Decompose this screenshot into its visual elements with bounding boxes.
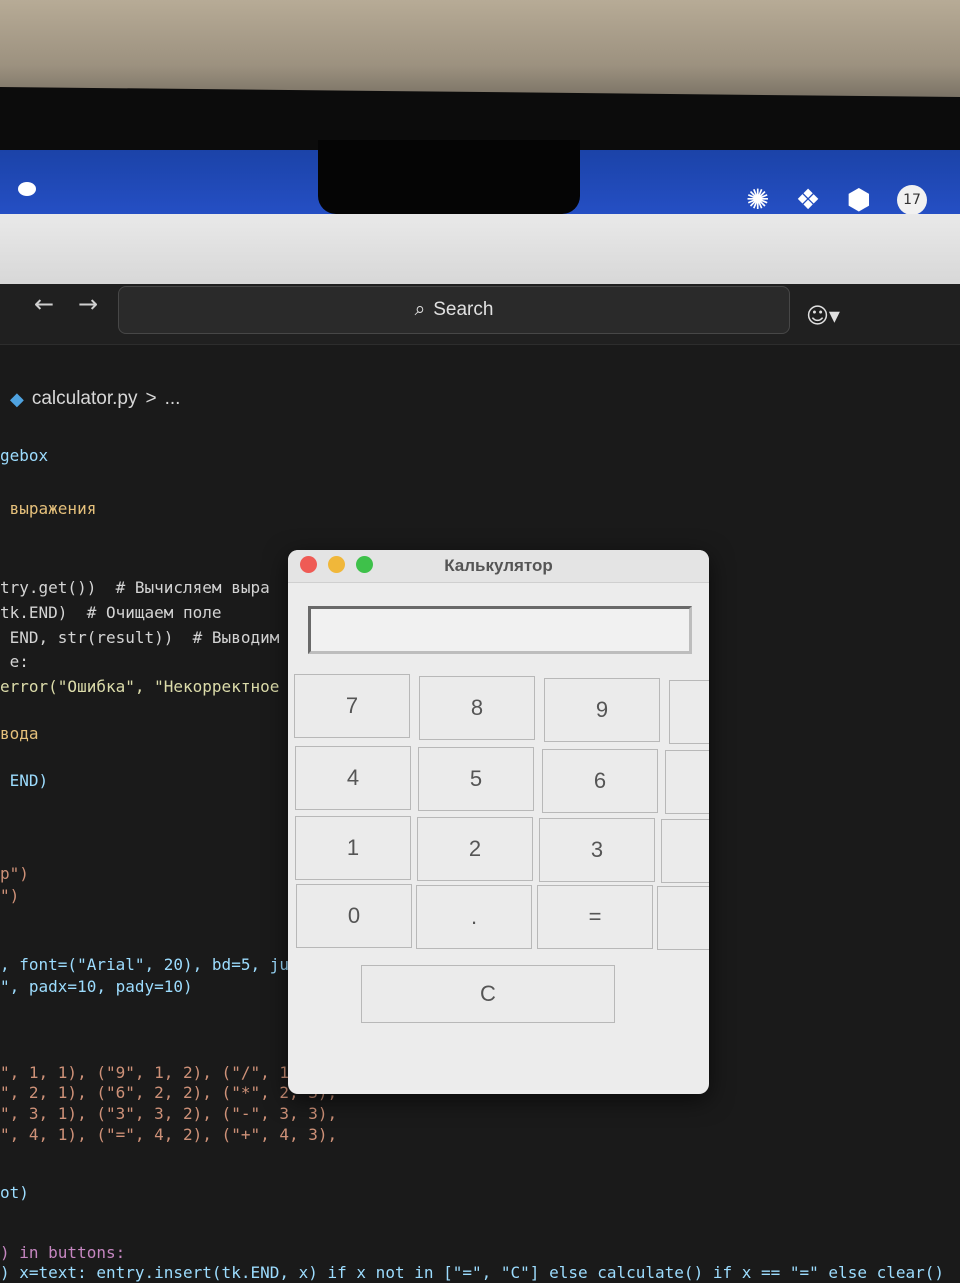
code-line: error("Ошибка", "Некорректное xyxy=(0,677,280,696)
code-line: ) x=text: entry.insert(tk.END, x) if x n… xyxy=(0,1263,945,1282)
key-7[interactable]: 7 xyxy=(294,674,410,738)
figma-icon[interactable]: ❖ xyxy=(795,186,820,214)
key-plus[interactable] xyxy=(657,886,709,950)
minimize-window-button[interactable] xyxy=(328,556,345,573)
breadcrumb-more[interactable]: ... xyxy=(165,388,181,410)
code-line: ", padx=10, pady=10) xyxy=(0,977,193,996)
breadcrumb: ◆ calculator.py > ... xyxy=(10,388,180,410)
key-6[interactable]: 6 xyxy=(542,749,658,813)
code-line: gebox xyxy=(0,446,49,465)
key-3[interactable]: 3 xyxy=(539,818,655,882)
key-8[interactable]: 8 xyxy=(419,676,535,740)
back-arrow-icon[interactable]: ← xyxy=(34,290,54,318)
chatgpt-icon[interactable]: ✺ xyxy=(746,186,769,214)
calculator-window: Калькулятор 7 8 9 4 5 6 1 2 3 0 . = C xyxy=(288,550,709,1094)
code-line: ", 2, 1), ("6", 2, 2), ("*", 2, 3), xyxy=(0,1083,338,1102)
code-line: ", 4, 1), ("=", 4, 2), ("+", 4, 3), xyxy=(0,1125,338,1144)
command-search-box[interactable]: ⌕ Search xyxy=(118,286,790,334)
key-2[interactable]: 2 xyxy=(417,817,533,881)
code-line: tk.END) # Очищаем поле xyxy=(0,603,222,622)
code-line: ) in buttons: xyxy=(0,1243,126,1262)
key-4[interactable]: 4 xyxy=(295,746,411,810)
key-0[interactable]: 0 xyxy=(296,884,412,948)
calculator-title: Калькулятор xyxy=(288,550,709,583)
avatar-badge[interactable]: 17 xyxy=(897,185,928,215)
code-line: выражения xyxy=(0,499,97,518)
code-line: p") xyxy=(0,864,29,883)
clear-button[interactable]: C xyxy=(361,965,615,1023)
key-5[interactable]: 5 xyxy=(418,747,534,811)
close-window-button[interactable] xyxy=(300,556,317,573)
python-file-icon: ◆ xyxy=(10,388,24,409)
dropbox-icon[interactable]: ⬢ xyxy=(847,186,871,214)
code-line: ot) xyxy=(0,1183,29,1202)
key-equals[interactable]: = xyxy=(537,885,653,949)
menu-bar-apple-icon[interactable] xyxy=(18,182,36,196)
breadcrumb-file[interactable]: calculator.py xyxy=(32,388,138,410)
code-line: END, str(result)) # Выводим xyxy=(0,628,280,647)
key-decimal[interactable]: . xyxy=(416,885,532,949)
key-1[interactable]: 1 xyxy=(295,816,411,880)
search-label: Search xyxy=(433,299,494,320)
breadcrumb-separator: > xyxy=(145,388,157,409)
key-minus[interactable] xyxy=(661,819,709,883)
code-line: ", 3, 1), ("3", 3, 2), ("-", 3, 3), xyxy=(0,1104,338,1123)
key-9[interactable]: 9 xyxy=(544,678,660,742)
browser-chrome-band xyxy=(0,214,960,290)
code-line: , font=("Arial", 20), bd=5, jus xyxy=(0,955,299,974)
calculator-entry-field[interactable] xyxy=(308,606,692,654)
forward-arrow-icon[interactable]: → xyxy=(78,290,98,318)
code-line: e: xyxy=(0,652,29,671)
search-icon: ⌕ xyxy=(414,299,426,320)
code-line: END) xyxy=(0,771,49,790)
code-line: ") xyxy=(0,886,20,905)
camera-notch xyxy=(318,140,580,214)
key-multiply[interactable] xyxy=(665,750,709,814)
code-line: вода xyxy=(0,724,39,743)
key-divide[interactable] xyxy=(669,680,709,744)
code-line: ", 1, 1), ("9", 1, 2), ("/", 1, xyxy=(0,1063,299,1082)
zoom-window-button[interactable] xyxy=(356,556,373,573)
code-line: try.get()) # Вычисляем выра xyxy=(0,578,270,597)
copilot-icon[interactable]: ☺▾ xyxy=(806,304,840,329)
